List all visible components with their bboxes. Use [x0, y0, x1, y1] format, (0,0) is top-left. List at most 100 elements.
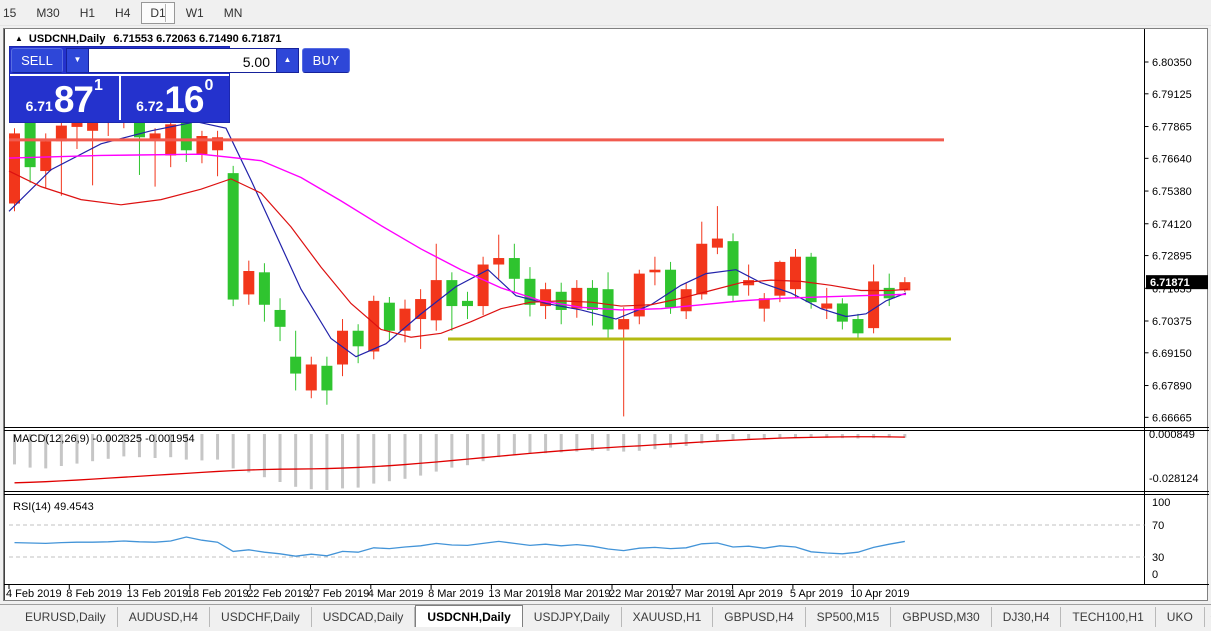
date-axis-label: 4 Mar 2019 — [368, 588, 424, 600]
macd-histogram-bar — [747, 434, 751, 439]
symbol-tab[interactable]: USDJPY,Daily — [523, 607, 622, 627]
macd-histogram-bar — [294, 434, 298, 487]
price-axis-label: 6.72895 — [1152, 251, 1192, 263]
candle — [618, 319, 630, 330]
symbol-tab[interactable]: GBPUSD,H4 — [713, 607, 806, 627]
price-axis-label: 6.75380 — [1152, 186, 1192, 198]
symbol-tab[interactable]: GBPUSD,M30 — [891, 607, 992, 627]
date-axis-label: 18 Mar 2019 — [549, 588, 611, 600]
symbol-tab[interactable]: SP500,M15 — [806, 607, 892, 627]
symbol-tab[interactable]: XAUUSD,H1 — [622, 607, 714, 627]
macd-histogram-bar — [512, 434, 516, 455]
volume-increase-icon[interactable]: ▲ — [276, 49, 298, 72]
symbol-tab[interactable]: EURUSD,Daily — [14, 607, 118, 627]
timeframe-toolbar: 15 M30 H1 H4 D1 W1 MN — [0, 0, 1211, 26]
tab-scroll-left-icon[interactable]: ◄ — [1205, 609, 1211, 624]
symbol-tab[interactable]: USDCAD,Daily — [312, 607, 416, 627]
candle — [696, 243, 708, 295]
macd-histogram-bar — [497, 434, 501, 458]
rsi-axis-label: 30 — [1152, 552, 1164, 564]
sell-button[interactable]: SELL — [11, 48, 63, 73]
macd-histogram-bar — [653, 434, 657, 450]
ask-big-digits: 16 — [164, 79, 204, 120]
symbol-tab[interactable]: UKO — [1156, 607, 1205, 627]
macd-histogram-bar — [419, 434, 423, 476]
symbol-tab[interactable]: AUDUSD,H4 — [118, 607, 211, 627]
date-axis-label: 10 Apr 2019 — [850, 588, 909, 600]
trade-controls-row: SELL ▼ ▲ BUY — [10, 47, 350, 76]
candle — [383, 302, 395, 331]
candle — [493, 258, 505, 265]
symbol-tab[interactable]: DJ30,H4 — [992, 607, 1062, 627]
candle — [461, 300, 473, 307]
candle — [711, 238, 723, 248]
timeframe-button[interactable]: 15 — [0, 2, 25, 24]
chart-title: ▲ USDCNH,Daily 6.71553 6.72063 6.71490 6.7… — [15, 33, 282, 45]
candle — [87, 123, 99, 131]
bid-quote[interactable]: 6.71 87 1 — [10, 76, 119, 120]
toolbar-separator — [157, 0, 177, 26]
macd-histogram-bar — [715, 434, 719, 442]
date-axis-label: 13 Feb 2019 — [127, 588, 189, 600]
macd-histogram-bar — [684, 434, 688, 446]
one-click-trade-panel: SELL ▼ ▲ BUY 6.71 87 1 6.72 16 0 — [9, 46, 350, 123]
rsi-line — [14, 536, 905, 557]
timeframe-button[interactable]: M30 — [27, 2, 68, 24]
candle — [680, 289, 692, 312]
macd-histogram-bar — [247, 434, 251, 473]
timeframe-button[interactable]: MN — [215, 2, 252, 24]
candle — [805, 256, 817, 303]
macd-histogram-bar — [465, 434, 469, 466]
candle — [868, 281, 880, 329]
price-axis-label: 6.79125 — [1152, 89, 1192, 101]
price-axis-label: 6.77865 — [1152, 122, 1192, 134]
macd-histogram-bar — [278, 434, 282, 482]
trade-quotes-row: 6.71 87 1 6.72 16 0 — [10, 76, 229, 120]
macd-histogram-bar — [434, 434, 438, 472]
symbol-tab[interactable]: USDCHF,Daily — [210, 607, 312, 627]
volume-input[interactable] — [89, 49, 276, 72]
macd-histogram-bar — [528, 434, 532, 454]
price-axis-label: 6.66665 — [1152, 412, 1192, 424]
chart-ohlc-quotes: 6.71553 6.72063 6.71490 6.71871 — [113, 33, 282, 45]
candle — [274, 309, 286, 327]
chart-window[interactable]: ▲ USDCNH,Daily 6.71553 6.72063 6.71490 6.7… — [3, 28, 1209, 601]
candle — [430, 280, 442, 321]
ask-prefix: 6.72 — [136, 98, 164, 114]
ma-fast-blue-line — [8, 121, 907, 358]
macd-histogram-bar — [794, 434, 797, 438]
macd-histogram-bar — [669, 434, 673, 448]
macd-histogram-bar — [450, 434, 454, 468]
macd-histogram-bar — [231, 434, 235, 469]
buy-button[interactable]: BUY — [302, 48, 350, 73]
macd-histogram-bar — [372, 434, 376, 484]
volume-decrease-icon[interactable]: ▼ — [67, 49, 89, 72]
bid-sup-digit: 1 — [94, 77, 103, 94]
ma-mid-red-line — [8, 170, 909, 338]
timeframe-button[interactable]: H4 — [106, 2, 139, 24]
date-axis-label: 1 Apr 2019 — [730, 588, 783, 600]
timeframe-button[interactable]: H1 — [71, 2, 104, 24]
candle — [9, 133, 20, 204]
ask-quote[interactable]: 6.72 16 0 — [118, 76, 230, 120]
macd-histogram-bar — [762, 434, 766, 439]
candle — [836, 303, 848, 322]
macd-histogram-bar — [637, 434, 641, 451]
timeframe-button[interactable]: W1 — [177, 2, 213, 24]
date-axis-label: 22 Mar 2019 — [609, 588, 671, 600]
current-price-tag-label: 6.71871 — [1150, 277, 1190, 289]
symbol-tab[interactable]: USDCNH,Daily — [415, 605, 523, 627]
price-axis-label: 6.70375 — [1152, 316, 1192, 328]
candle — [258, 272, 270, 305]
candle — [321, 365, 333, 391]
macd-histogram-bar — [544, 434, 548, 454]
candle — [290, 356, 302, 374]
symbol-tab[interactable]: TECH100,H1 — [1061, 607, 1156, 627]
macd-histogram-bar — [216, 434, 220, 460]
collapse-triangle-icon[interactable]: ▲ — [15, 34, 23, 43]
bid-prefix: 6.71 — [25, 98, 53, 114]
candle — [24, 117, 36, 168]
candle — [352, 330, 364, 347]
candle — [227, 173, 239, 300]
date-axis-label: 27 Mar 2019 — [669, 588, 731, 600]
